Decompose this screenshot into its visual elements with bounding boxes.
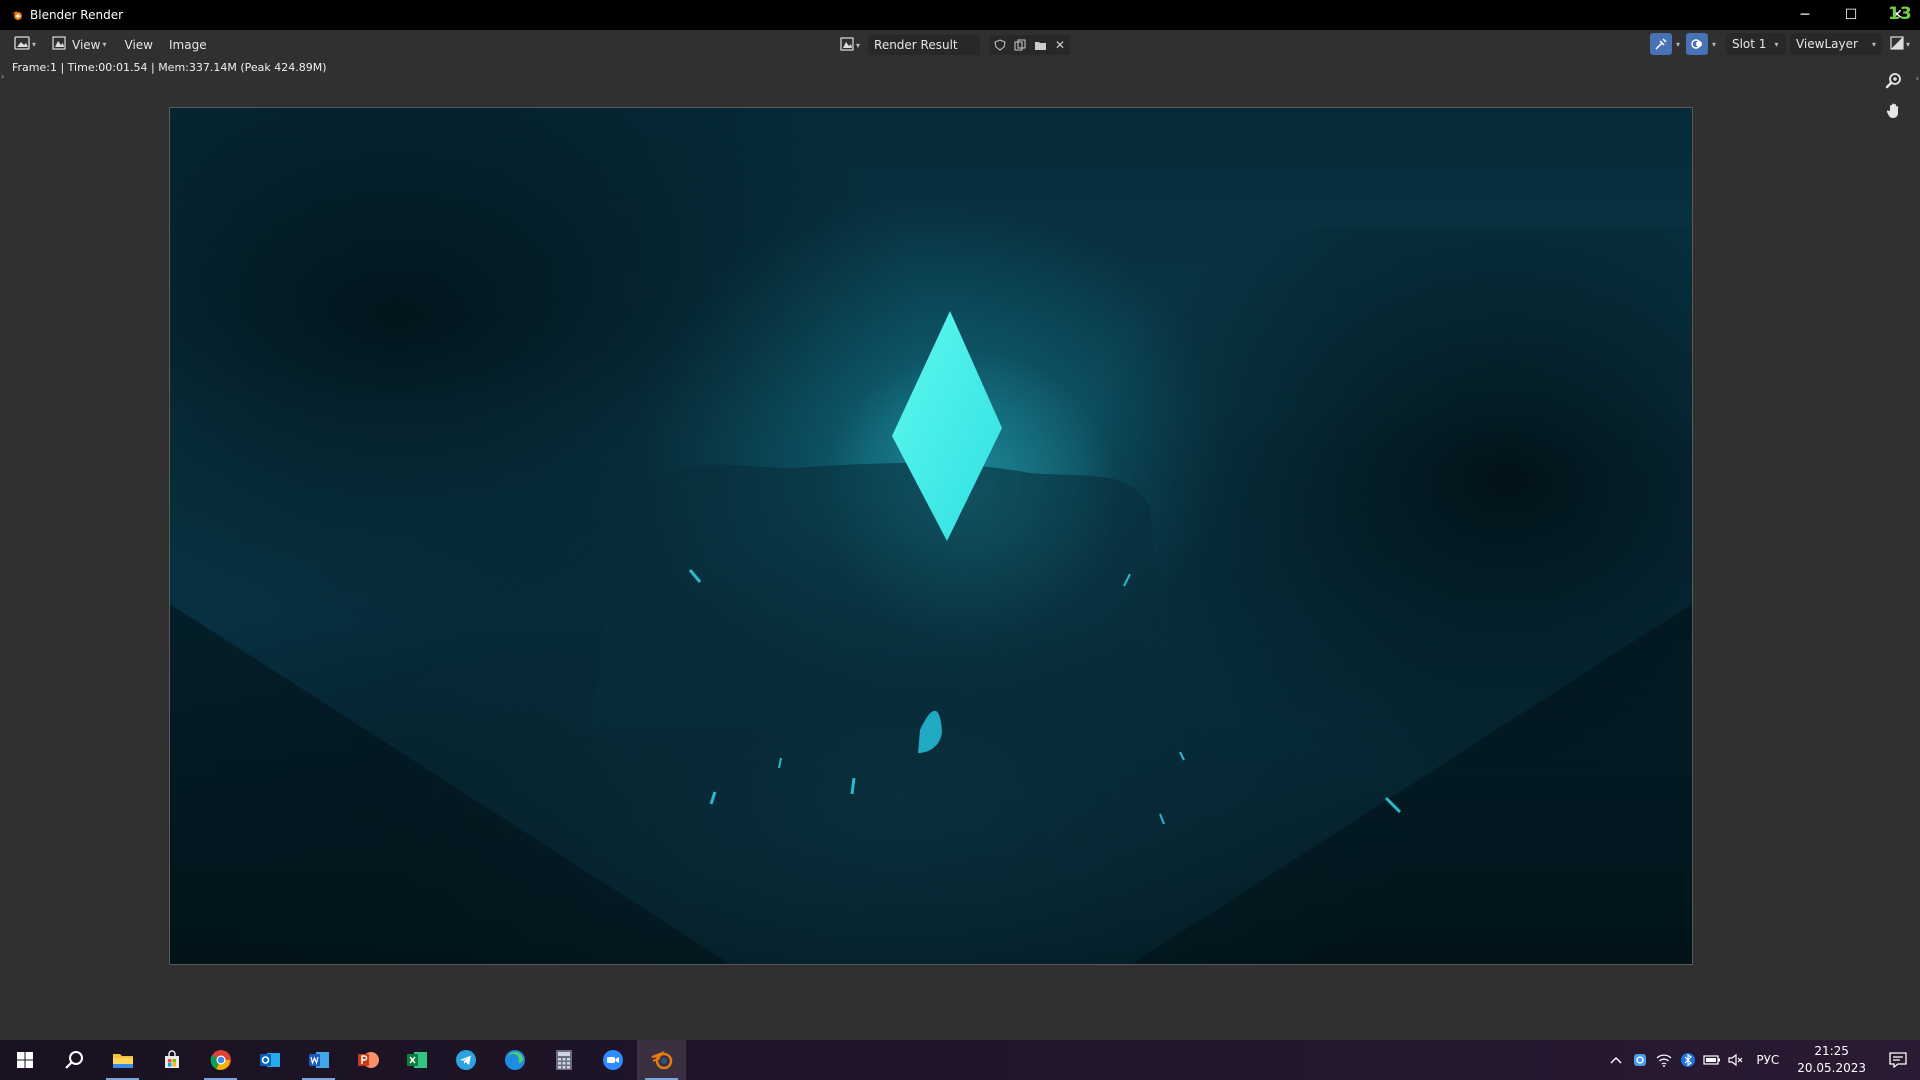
view-mode-icon — [52, 36, 66, 53]
shard-5 — [778, 757, 782, 769]
word-icon[interactable] — [294, 1040, 343, 1080]
minimize-button[interactable]: ─ — [1782, 0, 1828, 30]
fake-user-shield-icon[interactable] — [990, 35, 1011, 55]
windows-taskbar: РУС 21:25 20.05.2023 — [0, 1040, 1920, 1080]
search-icon[interactable] — [49, 1040, 98, 1080]
shard-3 — [709, 791, 717, 805]
open-folder-icon[interactable] — [1030, 35, 1051, 55]
app-badge-logo: 13 — [1888, 4, 1912, 24]
chrome-icon[interactable] — [196, 1040, 245, 1080]
excel-icon[interactable] — [392, 1040, 441, 1080]
render-info-text: Frame:1 | Time:00:01.54 | Mem:337.14M (P… — [12, 61, 327, 74]
chevron-down-icon: ▾ — [1905, 39, 1910, 49]
chevron-down-icon: ▾ — [32, 40, 37, 49]
display-channels-icon — [1890, 35, 1904, 53]
render-scene-svg — [590, 311, 1402, 825]
view-layer-label: ViewLayer — [1795, 37, 1858, 51]
clock-time: 21:25 — [1814, 1044, 1849, 1058]
outlook-icon[interactable] — [245, 1040, 294, 1080]
wifi-icon[interactable] — [1652, 1040, 1676, 1080]
tray-app-icon[interactable] — [1628, 1040, 1652, 1080]
shard-6 — [1384, 796, 1402, 814]
telegram-icon[interactable] — [441, 1040, 490, 1080]
editor-type-button[interactable]: ▾ — [10, 34, 40, 56]
slot-label: Slot 1 — [1731, 37, 1767, 51]
view-mode-dropdown[interactable]: View ▾ — [48, 34, 111, 56]
image-browse-icon — [840, 36, 854, 54]
microsoft-store-icon[interactable] — [147, 1040, 196, 1080]
toolbar-expand-arrow-icon[interactable]: › — [1, 72, 4, 81]
header-right-controls: ▾ ▾ Slot 1 ▾ ViewLayer ▾ ▾ — [1649, 33, 1920, 55]
clock[interactable]: 21:25 20.05.2023 — [1787, 1043, 1876, 1077]
shard-4 — [850, 777, 856, 795]
chevron-down-icon: ▾ — [856, 40, 861, 50]
duplicate-image-icon[interactable] — [1010, 35, 1031, 55]
powerpoint-icon[interactable] — [343, 1040, 392, 1080]
file-explorer-icon[interactable] — [98, 1040, 147, 1080]
chevron-down-icon: ▾ — [102, 40, 107, 49]
blender-logo-icon — [10, 8, 24, 22]
edge-icon[interactable] — [490, 1040, 539, 1080]
chevron-down-icon: ▾ — [1774, 39, 1779, 49]
ruins-silhouette — [590, 463, 1170, 728]
window-titlebar: Blender Render ─ ☐ ✕ 13 — [0, 0, 1920, 30]
sample-tool-icon[interactable] — [1649, 33, 1672, 55]
view-mode-label: View — [72, 37, 101, 52]
menu-view[interactable]: View — [117, 34, 161, 56]
chevron-down-icon[interactable]: ▾ — [1676, 40, 1680, 49]
zoom-icon[interactable] — [1880, 67, 1908, 95]
blender-taskbar-icon[interactable] — [637, 1040, 686, 1080]
image-name-field[interactable]: Render Result — [868, 35, 981, 55]
image-editor-header: ▾ View ▾ View Image ▾ Render Result ✕ ▾ … — [0, 30, 1920, 59]
input-language-indicator[interactable]: РУС — [1748, 1053, 1787, 1067]
system-tray: РУС 21:25 20.05.2023 — [1604, 1040, 1920, 1080]
pan-hand-icon[interactable] — [1880, 97, 1908, 125]
shard-7 — [1179, 751, 1185, 761]
tray-overflow-chevron-icon[interactable] — [1604, 1040, 1628, 1080]
battery-icon[interactable] — [1700, 1040, 1724, 1080]
notification-center-icon[interactable] — [1876, 1040, 1920, 1080]
unlink-close-icon[interactable]: ✕ — [1050, 35, 1071, 55]
chevron-down-icon: ▾ — [1871, 39, 1876, 49]
volume-muted-icon[interactable] — [1724, 1040, 1748, 1080]
render-result-image — [169, 107, 1693, 965]
floor-shard-large — [918, 710, 942, 753]
clock-date: 20.05.2023 — [1797, 1061, 1866, 1075]
zoom-app-icon[interactable] — [588, 1040, 637, 1080]
windows-start-icon[interactable] — [0, 1040, 49, 1080]
shard-8 — [1159, 813, 1165, 825]
chevron-down-icon[interactable]: ▾ — [1712, 40, 1716, 49]
image-editor-icon — [14, 36, 30, 53]
maximize-button[interactable]: ☐ — [1828, 0, 1874, 30]
view-layer-dropdown[interactable]: ViewLayer ▾ — [1789, 33, 1882, 55]
calculator-icon[interactable] — [539, 1040, 588, 1080]
slot-dropdown[interactable]: Slot 1 ▾ — [1725, 33, 1786, 55]
window-title: Blender Render — [30, 8, 124, 22]
menu-image[interactable]: Image — [161, 34, 215, 56]
browse-image-button[interactable]: ▾ — [836, 34, 864, 56]
bluetooth-icon[interactable] — [1676, 1040, 1700, 1080]
sidebar-expand-arrow-icon[interactable]: ‹ — [1916, 74, 1919, 83]
overlays-icon[interactable] — [1685, 33, 1708, 55]
image-datablock-selector: ▾ Render Result ✕ — [836, 34, 1071, 56]
display-channels-button[interactable]: ▾ — [1886, 33, 1914, 55]
